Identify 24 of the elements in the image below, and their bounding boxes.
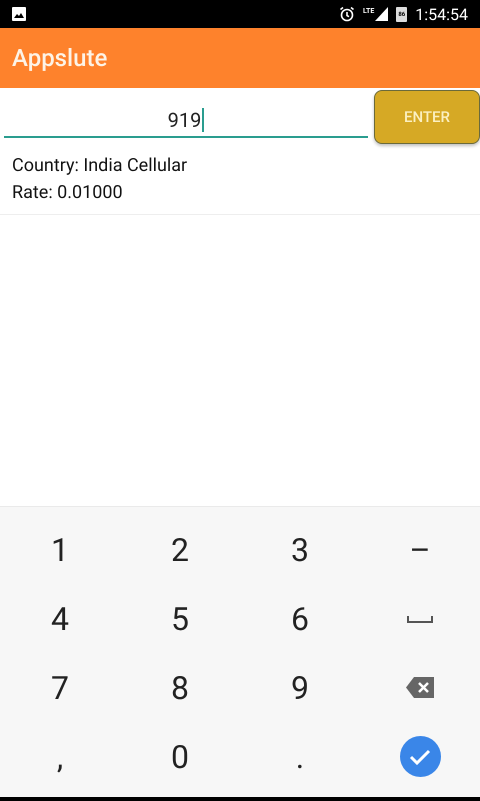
key[interactable]: 8 — [163, 668, 197, 706]
key[interactable]: 6 — [283, 600, 317, 638]
backspace-icon[interactable] — [406, 677, 434, 698]
app-title: Appslute — [12, 44, 108, 72]
key[interactable]: 2 — [163, 530, 197, 568]
key[interactable]: 5 — [163, 600, 197, 638]
key[interactable]: 4 — [43, 600, 77, 638]
signal-icon — [375, 7, 388, 21]
alarm-icon — [338, 6, 355, 22]
space-key-icon[interactable] — [407, 614, 433, 622]
clock-time: 1:54:54 — [415, 4, 468, 24]
key[interactable]: 3 — [283, 530, 317, 568]
result-text: Country: India Cellular — [12, 154, 188, 178]
number-field[interactable]: 919 — [4, 96, 368, 138]
result-text: Rate: 0.01000 — [12, 181, 124, 205]
key[interactable]: 9 — [283, 668, 317, 706]
done-key-icon[interactable] — [400, 736, 440, 777]
key[interactable]: 7 — [43, 668, 77, 706]
image-icon — [12, 7, 26, 21]
key[interactable]: , — [48, 738, 72, 776]
key[interactable]: 0 — [163, 738, 197, 776]
key[interactable]: 1 — [43, 530, 77, 568]
key[interactable]: . — [288, 738, 312, 776]
key[interactable]: – — [402, 530, 438, 568]
